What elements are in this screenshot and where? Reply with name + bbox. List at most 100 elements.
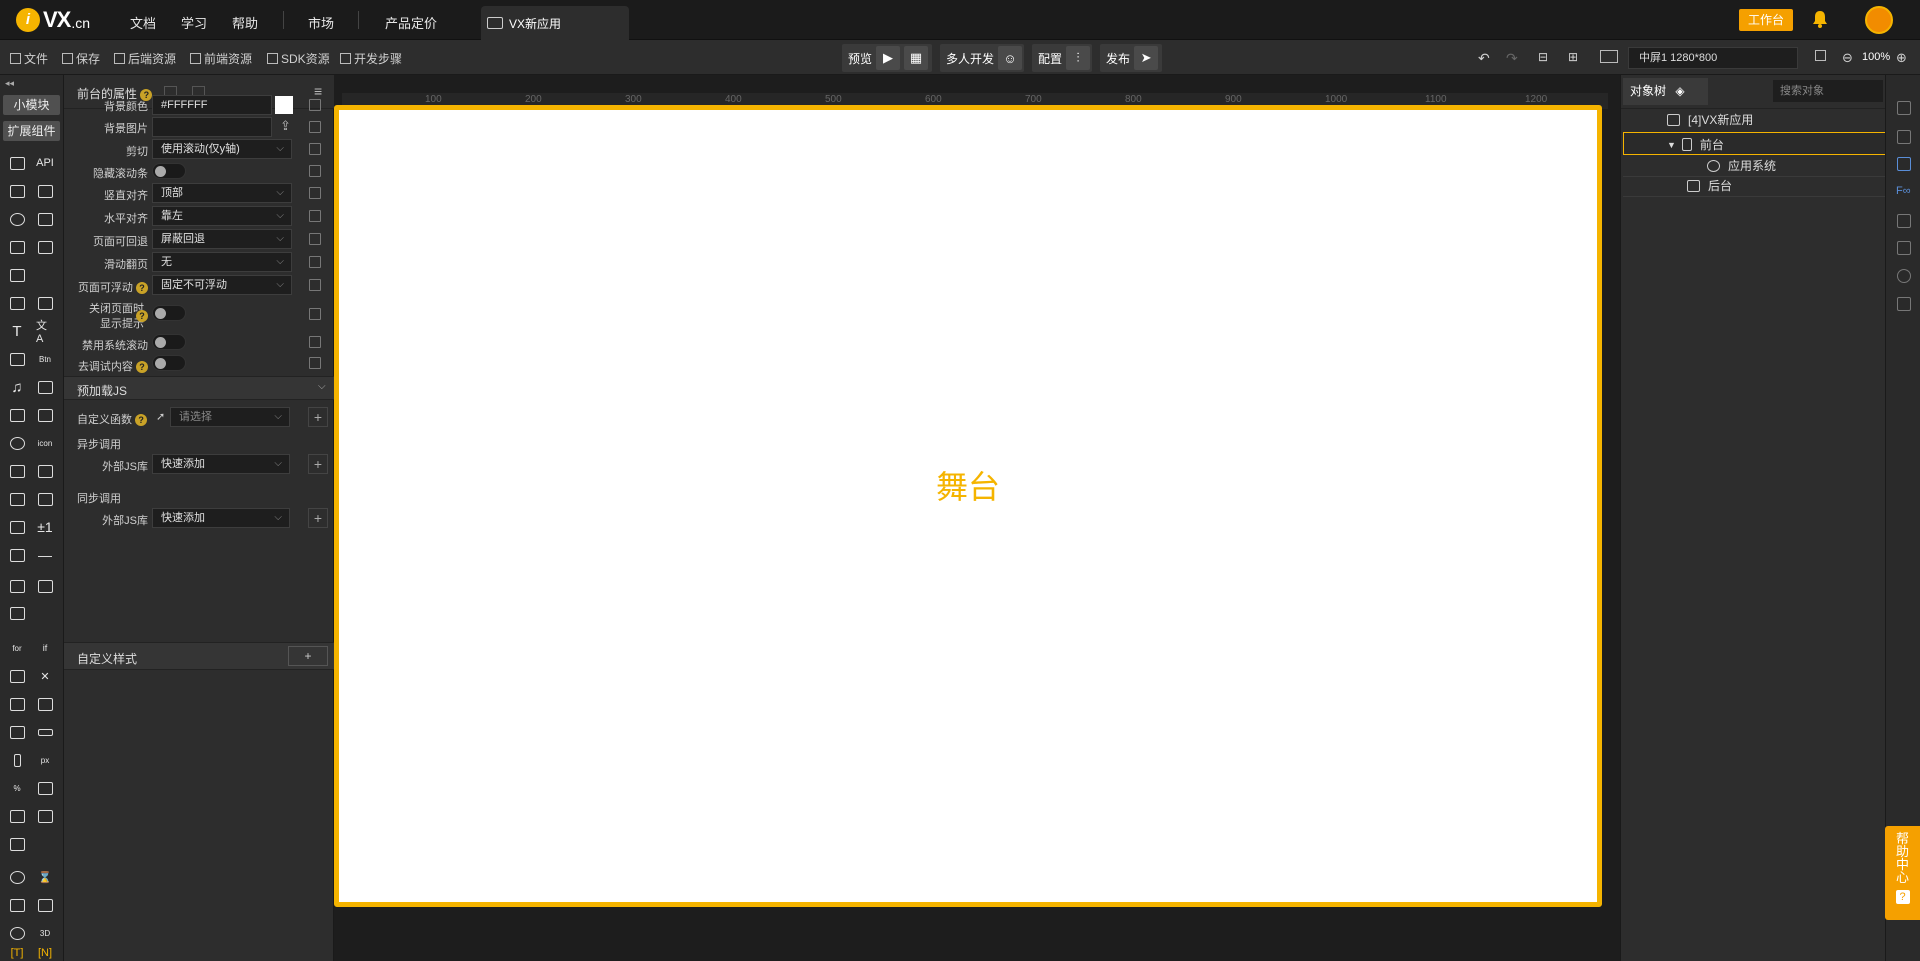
- menu-icon[interactable]: ≡: [314, 83, 322, 99]
- share-icon[interactable]: [8, 836, 26, 852]
- cloud-icon[interactable]: [36, 183, 54, 199]
- excel-icon[interactable]: [36, 463, 54, 479]
- tree-node-frontend[interactable]: ▼ 前台: [1667, 136, 1724, 153]
- color-swatch[interactable]: [275, 96, 293, 114]
- page-float-select[interactable]: 固定不可浮动 ⌵: [152, 275, 292, 295]
- redo-icon[interactable]: ↷: [1506, 50, 1518, 67]
- add-func-button[interactable]: +: [308, 407, 328, 427]
- tree-node-app-system[interactable]: 应用系统: [1707, 157, 1776, 174]
- tree-node-app[interactable]: [4]VX新应用: [1667, 111, 1753, 128]
- upload-icon[interactable]: ⇪: [280, 118, 291, 134]
- tab-object-tree[interactable]: 对象树 ◈: [1623, 78, 1708, 105]
- horizontal-align-select[interactable]: 靠左 ⌵: [152, 206, 292, 226]
- doc-alt-icon[interactable]: [36, 407, 54, 423]
- qrcode-icon[interactable]: ▦: [904, 46, 929, 70]
- hourglass-icon[interactable]: ⌛: [36, 869, 54, 885]
- pen-icon[interactable]: [36, 491, 54, 507]
- gear-icon[interactable]: [8, 211, 26, 227]
- nav-market[interactable]: 市场: [308, 13, 334, 32]
- tree-icon[interactable]: [36, 808, 54, 824]
- nav-pricing[interactable]: 产品定价: [385, 13, 437, 32]
- list-edit-icon[interactable]: [8, 668, 26, 684]
- avatar[interactable]: [1865, 6, 1893, 34]
- button-icon[interactable]: Btn: [36, 351, 54, 367]
- stage[interactable]: 舞台: [334, 105, 1602, 907]
- bg-image-input[interactable]: [152, 117, 272, 137]
- frontend-resources-button[interactable]: 前端资源: [190, 50, 252, 67]
- n-bracket-icon[interactable]: [N]: [36, 945, 54, 961]
- video-icon[interactable]: [36, 379, 54, 395]
- live-icon[interactable]: [8, 578, 26, 594]
- box-icon[interactable]: [8, 155, 26, 171]
- word-icon[interactable]: [8, 463, 26, 479]
- tab-extensions[interactable]: 扩展组件: [3, 121, 60, 141]
- users-icon[interactable]: ☺: [998, 46, 1023, 70]
- sdk-resources-button[interactable]: SDK资源: [267, 50, 330, 67]
- copy-icon[interactable]: [309, 233, 321, 245]
- zoom-out-icon[interactable]: ⊖: [1842, 50, 1853, 66]
- copy-icon[interactable]: [309, 336, 321, 348]
- divider-icon[interactable]: —: [36, 547, 54, 563]
- browser-icon[interactable]: [8, 435, 26, 451]
- clip-select[interactable]: 使用滚动(仅y轴) ⌵: [152, 139, 292, 159]
- canvas-area[interactable]: 100 200 300 400 500 600 700 800 900 1000…: [334, 75, 1620, 961]
- help-center-tab[interactable]: 帮助中心 ?: [1885, 826, 1920, 920]
- sliders-icon[interactable]: ⫶: [1066, 46, 1091, 70]
- ppt-icon[interactable]: [8, 491, 26, 507]
- file-add-icon[interactable]: [8, 239, 26, 255]
- add-style-button[interactable]: +: [288, 646, 328, 666]
- file-button[interactable]: 文件: [10, 50, 48, 67]
- fit-icon[interactable]: [1815, 50, 1829, 61]
- copy-icon[interactable]: [309, 187, 321, 199]
- copy-icon[interactable]: [309, 256, 321, 268]
- music-icon[interactable]: ♫: [8, 379, 26, 396]
- function-icon[interactable]: F∞: [1896, 185, 1911, 197]
- distribute-icon[interactable]: ⊞: [1568, 50, 1578, 64]
- table-icon[interactable]: [8, 808, 26, 824]
- cursor-icon[interactable]: ➚: [156, 410, 165, 423]
- dev-steps-button[interactable]: 开发步骤: [340, 50, 402, 67]
- text-icon[interactable]: T: [8, 323, 26, 340]
- settings-icon[interactable]: [1897, 130, 1911, 144]
- swap-icon[interactable]: [1897, 241, 1911, 255]
- swipe-page-select[interactable]: 无 ⌵: [152, 252, 292, 272]
- hide-scrollbar-toggle[interactable]: [152, 163, 186, 179]
- percent-icon[interactable]: %: [8, 780, 26, 796]
- org-chart-icon[interactable]: [36, 897, 54, 913]
- workbench-button[interactable]: 工作台: [1739, 9, 1793, 31]
- bell-icon[interactable]: [1812, 10, 1828, 28]
- edit-icon[interactable]: [8, 351, 26, 367]
- copy-icon[interactable]: [309, 308, 321, 320]
- sort-icon[interactable]: [36, 780, 54, 796]
- custom-func-select[interactable]: 请选择 ⌵: [170, 407, 290, 427]
- t-bracket-icon[interactable]: [T]: [8, 945, 26, 961]
- nav-learn[interactable]: 学习: [181, 13, 207, 32]
- copy-icon[interactable]: [309, 99, 321, 111]
- preload-js-section[interactable]: 预加载JS ⌵: [64, 376, 334, 400]
- help-icon[interactable]: ?: [136, 282, 148, 294]
- save-button[interactable]: 保存: [62, 50, 100, 67]
- help-icon[interactable]: ?: [136, 308, 148, 322]
- page-back-select[interactable]: 屏蔽回退 ⌵: [152, 229, 292, 249]
- api-icon[interactable]: API: [34, 155, 56, 171]
- close-box-icon[interactable]: ✕: [36, 668, 54, 684]
- caret-down-icon[interactable]: ▼: [1667, 140, 1676, 150]
- progress-icon[interactable]: [36, 724, 54, 740]
- zoom-in-icon[interactable]: ⊕: [1896, 50, 1907, 66]
- app-tab[interactable]: VX新应用: [481, 6, 629, 40]
- extjs-async-select[interactable]: 快速添加 ⌵: [152, 454, 290, 474]
- close-tip-toggle[interactable]: [152, 305, 186, 321]
- comment-icon[interactable]: [1897, 157, 1911, 171]
- add-extjs-async-button[interactable]: +: [308, 454, 328, 474]
- send-icon[interactable]: ➤: [1134, 46, 1159, 70]
- copy-icon[interactable]: [1897, 214, 1911, 228]
- copy-icon[interactable]: [309, 279, 321, 291]
- seo-icon[interactable]: [1897, 297, 1911, 311]
- gallery-icon[interactable]: [8, 519, 26, 535]
- logo[interactable]: i VX .cn: [16, 7, 90, 33]
- pages-icon[interactable]: [8, 267, 26, 283]
- counter-icon[interactable]: ±1: [36, 519, 54, 535]
- translate-icon[interactable]: 文A: [36, 320, 54, 345]
- clock-icon[interactable]: [8, 869, 26, 885]
- align-icon[interactable]: ⊟: [1538, 50, 1548, 64]
